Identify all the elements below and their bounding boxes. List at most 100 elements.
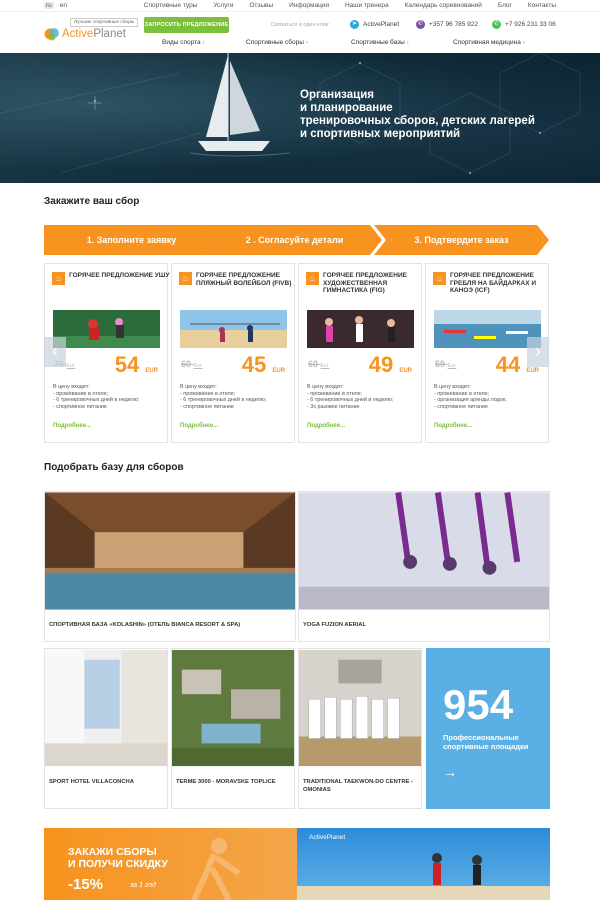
include-item: прожевание в отеле; xyxy=(310,390,363,397)
offer-photo-kayak xyxy=(434,310,541,348)
offer-head: ♨ ГОРЯЧЕЕ ПРЕДЛОЖЕНИЕ ПЛЯЖНЫЙ ВОЛЕЙБОЛ (… xyxy=(179,272,298,287)
logo[interactable]: ActivePlanet Лучшие спортивные сборы xyxy=(44,16,144,50)
telegram-icon: ➤ xyxy=(350,20,359,29)
whatsapp-icon: ✆ xyxy=(492,20,501,29)
currency: EUR xyxy=(399,368,412,374)
logo-text-active: Active xyxy=(62,28,94,40)
promo-right: ActivePlanet xyxy=(297,828,550,900)
topnav-contacts[interactable]: Контакты xyxy=(528,2,556,9)
more-link[interactable]: Подробнее... xyxy=(53,423,91,429)
old-price-value: 59 xyxy=(435,359,446,369)
step-label: 1. Заполните заявку xyxy=(86,235,177,245)
include-item: организация аренды лодок; xyxy=(437,397,507,403)
nav-sport-bases[interactable]: Спортивные базы xyxy=(351,39,409,46)
more-link[interactable]: Подробнее... xyxy=(434,423,472,429)
base-card-kolashin[interactable]: СПОРТИВНАЯ БАЗА «KOLASHIN» (ОТЕЛЬ BIANCA… xyxy=(44,491,296,642)
new-price: 49 EUR xyxy=(369,352,412,378)
offer-includes: В цену входит: - прожевание в отеле; - 6… xyxy=(307,384,417,410)
viber-contact[interactable]: ✆ +357 96 785 922 xyxy=(416,20,478,29)
offer-includes: В цену входит: - прожевание в отеле; - 6… xyxy=(180,384,290,410)
nav-sport-medicine[interactable]: Спортивная медицина xyxy=(453,39,525,46)
promo-period: за 1 год xyxy=(130,882,156,889)
offer-head: ♨ ГОРЯЧЕЕ ПРЕДЛОЖЕНИЕ ХУДОЖЕСТВЕННАЯ ГИМ… xyxy=(306,272,425,295)
base-photo-pool xyxy=(45,492,295,610)
currency: EUR xyxy=(272,368,285,374)
offer-head: ♨ ГОРЯЧЕЕ ПРЕДЛОЖЕНИЕ ГРЕБЛЯ НА БАЙДАРКА… xyxy=(433,272,552,295)
hero-line: и планирование xyxy=(300,102,393,114)
old-price: 60 Eur. xyxy=(308,359,329,369)
offer-photo-volleyball xyxy=(180,310,287,348)
base-card-villaconcha[interactable]: SPORT HOTEL VILLACONCHA xyxy=(44,648,168,809)
nav-training-camps[interactable]: Спортивные сборы xyxy=(246,39,308,46)
offer-card[interactable]: ♨ ГОРЯЧЕЕ ПРЕДЛОЖЕНИЕ ХУДОЖЕСТВЕННАЯ ГИМ… xyxy=(298,263,422,443)
telegram-contact[interactable]: ➤ ActivePlanet xyxy=(350,20,399,29)
fire-icon: ♨ xyxy=(433,272,446,285)
carousel-prev-icon[interactable]: ‹ xyxy=(44,337,66,367)
base-photo-aerial-resort xyxy=(172,649,294,767)
logo-text: ActivePlanet xyxy=(62,28,126,40)
base-label: TERME 3000 - MORAVSKE TOPLICE xyxy=(176,779,276,785)
base-photo-aerial-yoga xyxy=(299,492,549,610)
facilities-count: 954 xyxy=(443,681,514,728)
topnav-services[interactable]: Услуги xyxy=(213,2,233,9)
contact-label: Связаться в один клик: xyxy=(271,22,330,28)
hero-line: Организация xyxy=(300,89,374,101)
viber-icon: ✆ xyxy=(416,20,425,29)
logo-text-planet: Planet xyxy=(93,28,126,40)
step-label: 2 . Согласуйте детали xyxy=(245,235,344,245)
carousel-next-icon[interactable]: › xyxy=(527,337,549,367)
language-switcher: ru en xyxy=(44,2,69,9)
more-link[interactable]: Подробнее... xyxy=(180,423,218,429)
base-card-yoga[interactable]: YOGA FUZION AERIAL xyxy=(298,491,550,642)
offer-title: ГОРЯЧЕЕ ПРЕДЛОЖЕНИЕ ГРЕБЛЯ НА БАЙДАРКАХ … xyxy=(450,272,537,294)
promo-line: ЗАКАЖИ СБОРЫ xyxy=(68,846,157,858)
offer-includes: В цену входит: - прожевание в отеле; - 6… xyxy=(53,384,163,410)
top-nav: Спортивные туры Услуги Отзывы Информация… xyxy=(128,2,556,9)
telegram-handle: ActivePlanet xyxy=(363,21,400,28)
request-offer-button[interactable]: ЗАПРОСИТЬ ПРЕДЛОЖЕНИЕ xyxy=(144,17,229,33)
offer-title: ГОРЯЧЕЕ ПРЕДЛОЖЕНИЕ ПЛЯЖНЫЙ ВОЛЕЙБОЛ (FI… xyxy=(196,272,292,287)
old-price-value: 60 xyxy=(308,359,319,369)
base-card-taekwondo[interactable]: TRADITIONAL TAEKWON-DO CENTRE - OMONIAS xyxy=(298,648,422,809)
include-item: 6 тренировочных дней в неделю; xyxy=(310,397,394,403)
currency: EUR xyxy=(145,368,158,374)
fire-icon: ♨ xyxy=(52,272,65,285)
lang-ru[interactable]: ru xyxy=(44,2,54,9)
whatsapp-contact[interactable]: ✆ +7 926 231 33 06 xyxy=(492,20,556,29)
topnav-calendar[interactable]: Календарь соревнований xyxy=(405,2,482,9)
topnav-trainers[interactable]: Наши тренера xyxy=(345,2,389,9)
new-price: 45 EUR xyxy=(242,352,285,378)
lang-en[interactable]: en xyxy=(58,2,69,9)
order-section-title: Закажите ваш сбор xyxy=(44,196,140,207)
bases-section-title: Подобрать базу для сборов xyxy=(44,462,184,473)
topnav-info[interactable]: Информация xyxy=(289,2,329,9)
promo-banner[interactable]: ЗАКАЖИ СБОРЫ И ПОЛУЧИ СКИДКУ -15% за 1 г… xyxy=(44,828,550,900)
more-link[interactable]: Подробнее... xyxy=(307,423,345,429)
header: ActivePlanet Лучшие спортивные сборы ЗАП… xyxy=(0,12,600,54)
new-price-value: 44 xyxy=(495,352,521,377)
include-item: спортивное питание xyxy=(183,403,234,410)
hero-title: Организация и планирование тренировочных… xyxy=(300,89,570,141)
topnav-reviews[interactable]: Отзывы xyxy=(249,2,273,9)
whatsapp-phone: +7 926 231 33 06 xyxy=(505,21,556,28)
hero-line: и спортивных мероприятий xyxy=(300,128,461,140)
new-price: 54 EUR xyxy=(115,352,158,378)
topnav-sport-tours[interactable]: Спортивные туры xyxy=(144,2,198,9)
top-bar: ru en Спортивные туры Услуги Отзывы Инфо… xyxy=(0,0,600,12)
promo-discount: -15% xyxy=(68,876,104,893)
facilities-label: Профессиональные спортивные площадки xyxy=(443,733,529,751)
include-item: спортивное питание xyxy=(437,403,488,410)
order-steps: 1. Заполните заявку 2 . Согласуйте детал… xyxy=(44,225,549,255)
offer-title: ГОРЯЧЕЕ ПРЕДЛОЖЕНИЕ УШУ xyxy=(69,272,170,279)
nav-sports[interactable]: Виды спорта xyxy=(162,39,205,46)
offer-photo-wushu xyxy=(53,310,160,348)
offer-card[interactable]: ♨ ГОРЯЧЕЕ ПРЕДЛОЖЕНИЕ ПЛЯЖНЫЙ ВОЛЕЙБОЛ (… xyxy=(171,263,295,443)
new-price-value: 54 xyxy=(114,352,140,377)
new-price-value: 45 xyxy=(241,352,267,377)
base-card-terme3000[interactable]: TERME 3000 - MORAVSKE TOPLICE xyxy=(171,648,295,809)
arrow-right-icon[interactable]: → xyxy=(443,764,457,780)
topnav-blog[interactable]: Блог xyxy=(498,2,512,9)
facilities-stat-card[interactable]: 954 Профессиональные спортивные площадки… xyxy=(426,648,550,809)
promo-logo: ActivePlanet xyxy=(309,834,346,841)
viber-phone: +357 96 785 922 xyxy=(429,21,478,28)
